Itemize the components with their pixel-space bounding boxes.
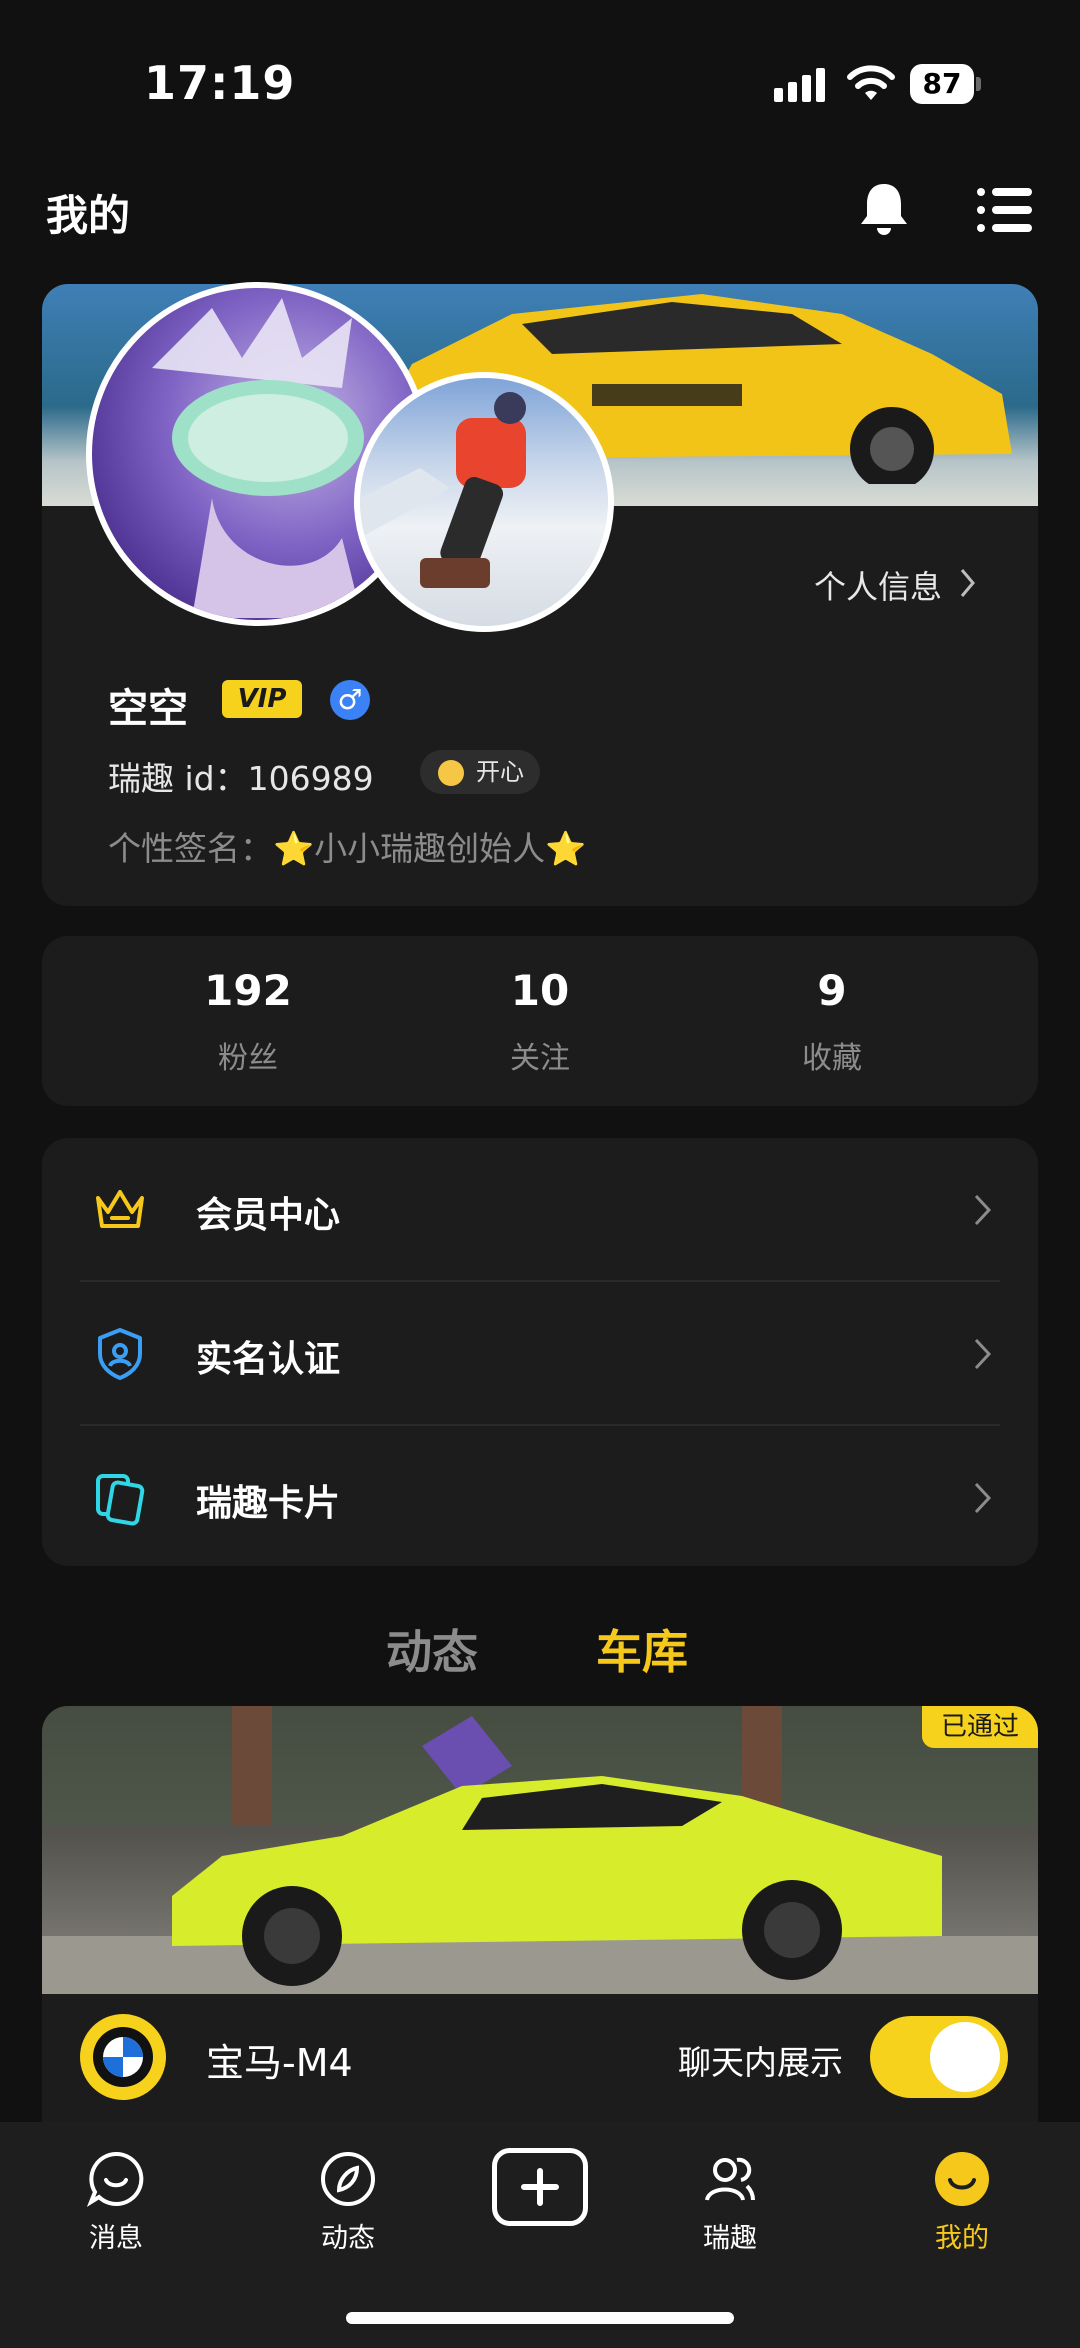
add-post-button[interactable] — [492, 2148, 588, 2226]
nav-community[interactable]: 瑞趣 — [670, 2150, 790, 2255]
smiley-icon — [438, 760, 464, 786]
nav-label: 瑞趣 — [703, 2223, 757, 2254]
menu-item-membership[interactable]: 会员中心 — [42, 1138, 1038, 1280]
chat-display-label: 聊天内展示 — [678, 2043, 843, 2082]
chevron-right-icon — [974, 1338, 992, 1370]
menu-item-cards[interactable]: 瑞趣卡片 — [42, 1426, 1038, 1568]
tab-garage[interactable]: 车库 — [596, 1616, 688, 1682]
nav-label: 我的 — [935, 2223, 989, 2254]
chevron-right-icon — [974, 1482, 992, 1514]
chevron-right-icon — [974, 1194, 992, 1226]
home-indicator[interactable] — [346, 2312, 734, 2324]
nav-messages[interactable]: 消息 — [56, 2150, 176, 2255]
male-icon: ♂ — [330, 680, 370, 720]
bell-icon[interactable] — [858, 180, 910, 236]
status-badge: 已通过 — [922, 1706, 1038, 1748]
stat-value: 9 — [817, 966, 847, 1015]
signature: 个性签名：⭐小小瑞趣创始人⭐ — [108, 829, 587, 868]
menu-label: 实名认证 — [196, 1339, 341, 1380]
stat-label: 关注 — [510, 1041, 570, 1076]
chat-display-toggle[interactable] — [870, 2016, 1008, 2098]
toggle-knob — [930, 2022, 1000, 2092]
page-title: 我的 — [46, 191, 131, 240]
car-photo[interactable] — [42, 1706, 1038, 1994]
stat-label: 收藏 — [802, 1041, 862, 1076]
nav-dynamic[interactable]: 动态 — [288, 2150, 408, 2255]
chevron-right-icon[interactable] — [958, 566, 978, 600]
plus-icon — [521, 2168, 559, 2206]
stat-label: 粉丝 — [218, 1041, 278, 1076]
secondary-avatar[interactable] — [354, 372, 614, 632]
stats-card: 192 粉丝 10 关注 9 收藏 — [42, 936, 1038, 1106]
tab-dynamic[interactable]: 动态 — [386, 1616, 478, 1682]
stat-fans[interactable]: 192 粉丝 — [82, 936, 414, 1077]
stat-value: 192 — [204, 966, 292, 1015]
nav-label: 动态 — [321, 2223, 375, 2254]
nav-mine[interactable]: 我的 — [902, 2150, 1022, 2255]
people-icon — [705, 2157, 755, 2201]
battery-icon: 87 — [910, 64, 982, 104]
vip-badge[interactable]: VIP — [222, 680, 302, 718]
crown-icon — [96, 1190, 144, 1228]
nav-label: 消息 — [89, 2223, 143, 2254]
user-id: 瑞趣 id：106989 — [108, 759, 374, 798]
wifi-icon — [847, 65, 895, 100]
status-time: 17:19 — [144, 56, 296, 110]
cards-icon — [96, 1474, 145, 1526]
stat-favorites[interactable]: 9 收藏 — [666, 936, 998, 1077]
compass-icon — [321, 2152, 375, 2206]
car-name: 宝马-M4 — [206, 2041, 353, 2085]
stat-following[interactable]: 10 关注 — [374, 936, 706, 1077]
bmw-logo — [80, 2014, 166, 2100]
signal-icon — [774, 68, 825, 102]
menu-card: 会员中心 实名认证 瑞趣卡片 — [42, 1138, 1038, 1566]
profile-info-link[interactable]: 个人信息 — [814, 562, 942, 608]
menu-item-verification[interactable]: 实名认证 — [42, 1282, 1038, 1424]
battery-level: 87 — [910, 64, 974, 104]
stat-value: 10 — [510, 966, 570, 1015]
shield-user-icon — [98, 1328, 142, 1380]
menu-label: 瑞趣卡片 — [196, 1483, 341, 1524]
username: 空空 — [108, 686, 188, 732]
chat-bubble-icon — [87, 2151, 144, 2207]
menu-label: 会员中心 — [196, 1195, 341, 1236]
smiley-icon — [935, 2152, 989, 2206]
menu-icon[interactable] — [976, 186, 1032, 234]
